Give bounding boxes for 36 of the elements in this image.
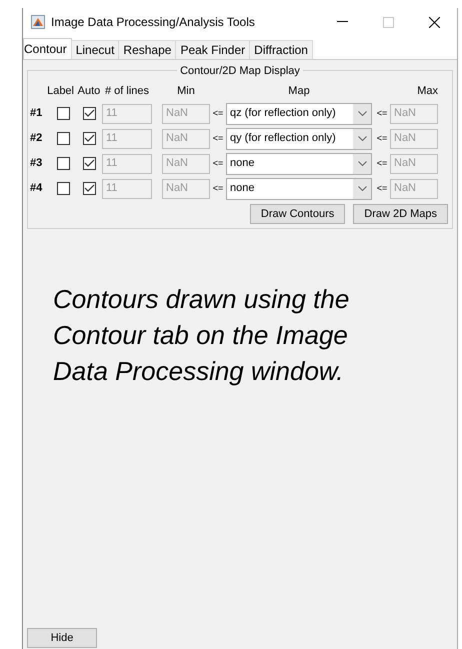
window-title: Image Data Processing/Analysis Tools <box>51 14 256 31</box>
operator-label: <= <box>212 182 224 195</box>
panel-title: Contour/2D Map Display <box>177 65 303 77</box>
chevron-down-icon <box>358 136 366 141</box>
tab[interactable]: Contour <box>23 38 72 59</box>
operator-label: <= <box>376 106 388 120</box>
row-number: #2 <box>30 131 44 146</box>
draw-button[interactable]: Draw 2D Maps <box>353 204 448 224</box>
column-header: Map <box>287 84 311 99</box>
operator-label: <= <box>376 182 388 195</box>
operator-label: <= <box>376 156 388 170</box>
column-header: Max <box>417 84 438 99</box>
draw-button[interactable]: Draw Contours <box>250 204 346 224</box>
column-header: Auto <box>78 84 100 99</box>
row-number: #3 <box>30 156 44 172</box>
operator-label: <= <box>212 132 224 145</box>
caption-text: Contours drawn using the Contour tab on the Image Data Processing window. <box>53 282 350 388</box>
row-number: #1 <box>30 106 44 122</box>
row-number: #4 <box>30 181 44 196</box>
tab[interactable]: Peak Finder <box>175 40 250 59</box>
minimize-icon[interactable] <box>336 21 348 23</box>
column-header: Label <box>47 84 74 99</box>
column-header: # of lines <box>104 84 150 99</box>
tab[interactable]: Diffraction <box>249 40 313 59</box>
tab[interactable]: Linecut <box>70 40 120 59</box>
hide-button[interactable]: Hide <box>27 628 97 648</box>
operator-label: <= <box>212 156 224 170</box>
chevron-down-icon <box>358 186 366 191</box>
chevron-down-icon <box>358 111 366 116</box>
tab[interactable]: Reshape <box>118 40 176 59</box>
column-header: Min <box>176 84 196 99</box>
app-logo-icon <box>31 15 45 29</box>
close-icon[interactable] <box>428 16 440 28</box>
chevron-down-icon <box>358 161 366 166</box>
operator-label: <= <box>376 132 388 145</box>
operator-label: <= <box>212 106 224 120</box>
